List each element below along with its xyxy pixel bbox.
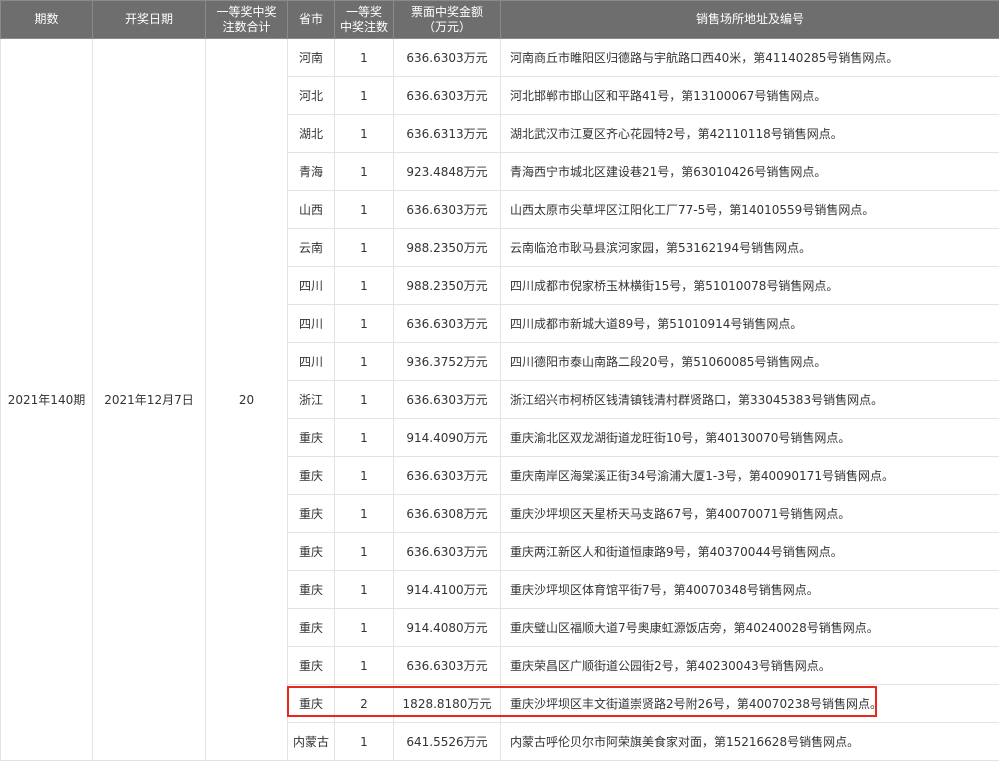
address-cell: 河南商丘市睢阳区归德路与宇航路口西40米，第41140285号销售网点。 (501, 39, 999, 77)
prize-count-cell: 2 (335, 685, 394, 723)
address-cell: 河北邯郸市邯山区和平路41号，第13100067号销售网点。 (501, 77, 999, 115)
prize-count-cell: 1 (335, 609, 394, 647)
address-cell: 四川成都市倪家桥玉林横街15号，第51010078号销售网点。 (501, 267, 999, 305)
header-ticket-amount: 票面中奖金额 （万元） (394, 1, 501, 39)
province-cell: 山西 (288, 191, 335, 229)
prize-count-cell: 1 (335, 229, 394, 267)
prize-count-cell: 1 (335, 191, 394, 229)
amount-cell: 636.6303万元 (394, 39, 501, 77)
province-cell: 四川 (288, 305, 335, 343)
prize-count-cell: 1 (335, 267, 394, 305)
province-cell: 四川 (288, 267, 335, 305)
address-cell: 四川德阳市泰山南路二段20号，第51060085号销售网点。 (501, 343, 999, 381)
address-cell: 山西太原市尖草坪区江阳化工厂77-5号，第14010559号销售网点。 (501, 191, 999, 229)
header-first-prize-count-line2: 中奖注数 (340, 20, 388, 34)
table-header-row: 期数 开奖日期 一等奖中奖 注数合计 省市 一等奖 中奖注数 票面中奖金额 （万… (1, 1, 999, 39)
amount-cell: 636.6303万元 (394, 305, 501, 343)
province-cell: 浙江 (288, 381, 335, 419)
prize-count-cell: 1 (335, 495, 394, 533)
header-draw-date: 开奖日期 (93, 1, 206, 39)
prize-count-cell: 1 (335, 571, 394, 609)
amount-cell: 988.2350万元 (394, 229, 501, 267)
amount-cell: 636.6303万元 (394, 647, 501, 685)
address-cell: 湖北武汉市江夏区齐心花园特2号，第42110118号销售网点。 (501, 115, 999, 153)
province-cell: 四川 (288, 343, 335, 381)
prize-count-cell: 1 (335, 115, 394, 153)
amount-cell: 1828.8180万元 (394, 685, 501, 723)
header-first-prize-count: 一等奖 中奖注数 (335, 1, 394, 39)
prize-count-cell: 1 (335, 723, 394, 761)
draw-date-cell: 2021年12月7日 (93, 39, 206, 761)
header-province: 省市 (288, 1, 335, 39)
province-cell: 重庆 (288, 457, 335, 495)
amount-cell: 641.5526万元 (394, 723, 501, 761)
amount-cell: 988.2350万元 (394, 267, 501, 305)
province-cell: 河北 (288, 77, 335, 115)
address-cell: 内蒙古呼伦贝尔市阿荣旗美食家对面，第15216628号销售网点。 (501, 723, 999, 761)
address-cell: 重庆璧山区福顺大道7号奥康虹源饭店旁，第40240028号销售网点。 (501, 609, 999, 647)
amount-cell: 923.4848万元 (394, 153, 501, 191)
amount-cell: 636.6313万元 (394, 115, 501, 153)
winning-table: 期数 开奖日期 一等奖中奖 注数合计 省市 一等奖 中奖注数 票面中奖金额 （万… (0, 0, 999, 761)
period-cell: 2021年140期 (1, 39, 93, 761)
header-total-first-prize-line2: 注数合计 (222, 20, 270, 34)
province-cell: 内蒙古 (288, 723, 335, 761)
province-cell: 河南 (288, 39, 335, 77)
prize-count-cell: 1 (335, 647, 394, 685)
province-cell: 重庆 (288, 685, 335, 723)
province-cell: 云南 (288, 229, 335, 267)
province-cell: 重庆 (288, 533, 335, 571)
province-cell: 重庆 (288, 495, 335, 533)
province-cell: 湖北 (288, 115, 335, 153)
table-row: 2021年140期 2021年12月7日 20 河南 1 636.6303万元 … (1, 39, 999, 77)
header-total-first-prize: 一等奖中奖 注数合计 (206, 1, 288, 39)
amount-cell: 914.4080万元 (394, 609, 501, 647)
address-cell: 重庆渝北区双龙湖街道龙旺街10号，第40130070号销售网点。 (501, 419, 999, 457)
amount-cell: 636.6303万元 (394, 381, 501, 419)
address-cell: 云南临沧市耿马县滨河家园，第53162194号销售网点。 (501, 229, 999, 267)
amount-cell: 636.6308万元 (394, 495, 501, 533)
address-cell: 重庆南岸区海棠溪正街34号渝浦大厦1-3号，第40090171号销售网点。 (501, 457, 999, 495)
header-period: 期数 (1, 1, 93, 39)
amount-cell: 636.6303万元 (394, 457, 501, 495)
amount-cell: 936.3752万元 (394, 343, 501, 381)
amount-cell: 914.4090万元 (394, 419, 501, 457)
address-cell: 重庆沙坪坝区体育馆平街7号，第40070348号销售网点。 (501, 571, 999, 609)
amount-cell: 636.6303万元 (394, 191, 501, 229)
address-cell: 重庆两江新区人和街道恒康路9号，第40370044号销售网点。 (501, 533, 999, 571)
header-ticket-amount-line2: （万元） (423, 20, 471, 34)
province-cell: 重庆 (288, 647, 335, 685)
address-cell: 重庆荣昌区广顺街道公园街2号，第40230043号销售网点。 (501, 647, 999, 685)
prize-count-cell: 1 (335, 457, 394, 495)
prize-count-cell: 1 (335, 39, 394, 77)
amount-cell: 914.4100万元 (394, 571, 501, 609)
address-cell: 青海西宁市城北区建设巷21号，第63010426号销售网点。 (501, 153, 999, 191)
header-total-first-prize-line1: 一等奖中奖 (216, 5, 276, 19)
address-cell: 重庆沙坪坝区丰文街道崇贤路2号附26号，第40070238号销售网点。 (501, 685, 999, 723)
province-cell: 青海 (288, 153, 335, 191)
province-cell: 重庆 (288, 419, 335, 457)
header-first-prize-count-line1: 一等奖 (346, 5, 382, 19)
prize-count-cell: 1 (335, 77, 394, 115)
prize-count-cell: 1 (335, 153, 394, 191)
amount-cell: 636.6303万元 (394, 77, 501, 115)
prize-count-cell: 1 (335, 381, 394, 419)
prize-count-cell: 1 (335, 419, 394, 457)
prize-count-cell: 1 (335, 305, 394, 343)
province-cell: 重庆 (288, 571, 335, 609)
province-cell: 重庆 (288, 609, 335, 647)
address-cell: 重庆沙坪坝区天星桥天马支路67号，第40070071号销售网点。 (501, 495, 999, 533)
header-address: 销售场所地址及编号 (501, 1, 999, 39)
address-cell: 浙江绍兴市柯桥区钱清镇钱清村群贤路口，第33045383号销售网点。 (501, 381, 999, 419)
amount-cell: 636.6303万元 (394, 533, 501, 571)
header-ticket-amount-line1: 票面中奖金额 (411, 5, 483, 19)
total-first-prize-cell: 20 (206, 39, 288, 761)
address-cell: 四川成都市新城大道89号，第51010914号销售网点。 (501, 305, 999, 343)
prize-count-cell: 1 (335, 533, 394, 571)
prize-count-cell: 1 (335, 343, 394, 381)
